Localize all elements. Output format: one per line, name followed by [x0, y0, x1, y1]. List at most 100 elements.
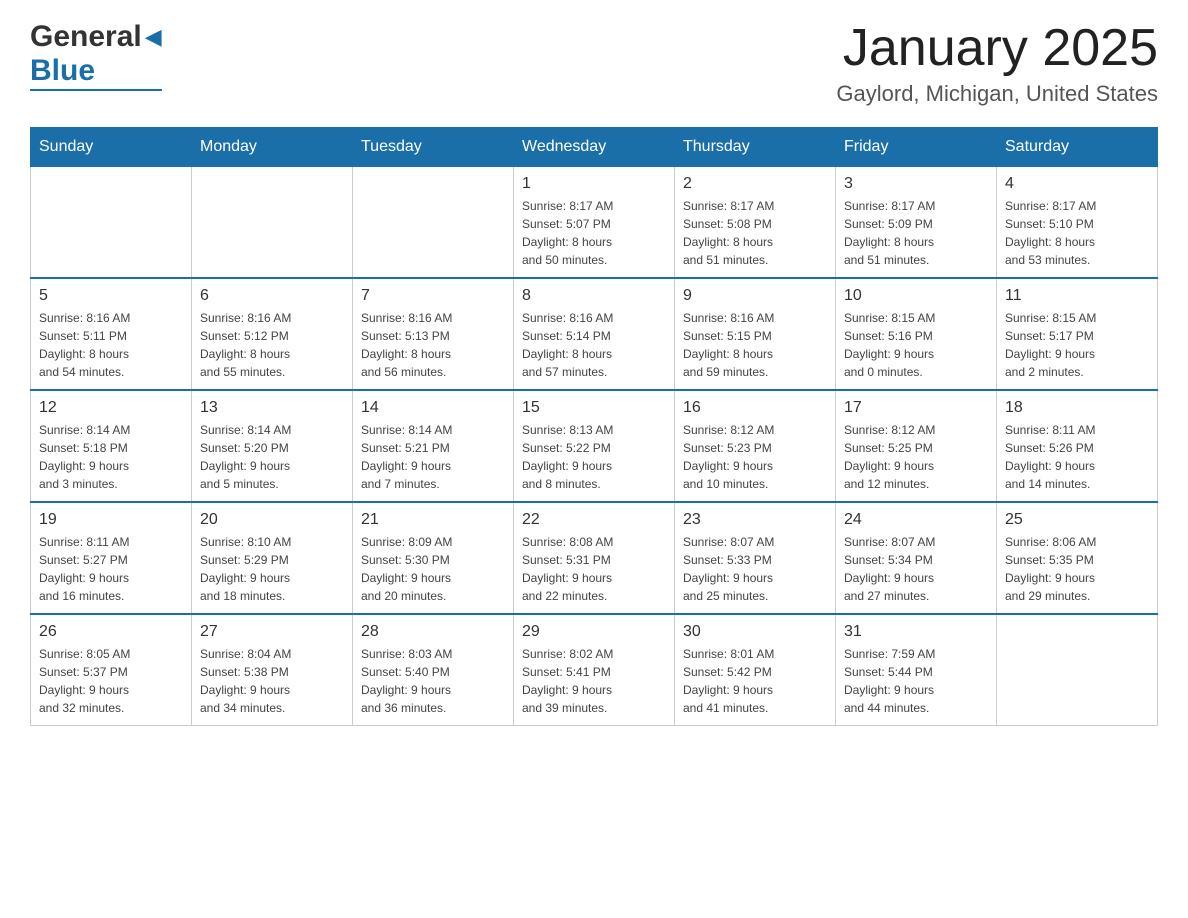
- day-info: Sunrise: 8:03 AM Sunset: 5:40 PM Dayligh…: [361, 645, 505, 717]
- day-info: Sunrise: 8:17 AM Sunset: 5:07 PM Dayligh…: [522, 197, 666, 269]
- day-info: Sunrise: 8:12 AM Sunset: 5:25 PM Dayligh…: [844, 421, 988, 493]
- day-info: Sunrise: 8:10 AM Sunset: 5:29 PM Dayligh…: [200, 533, 344, 605]
- day-number: 2: [683, 175, 827, 193]
- calendar-cell: 5 Sunrise: 8:16 AM Sunset: 5:11 PM Daylig…: [31, 278, 192, 390]
- day-info: Sunrise: 8:17 AM Sunset: 5:09 PM Dayligh…: [844, 197, 988, 269]
- day-number: 14: [361, 399, 505, 417]
- day-info: Sunrise: 8:16 AM Sunset: 5:13 PM Dayligh…: [361, 309, 505, 381]
- day-number: 22: [522, 511, 666, 529]
- day-number: 27: [200, 623, 344, 641]
- day-number: 25: [1005, 511, 1149, 529]
- day-info: Sunrise: 8:08 AM Sunset: 5:31 PM Dayligh…: [522, 533, 666, 605]
- weekday-header-thursday: Thursday: [675, 128, 836, 167]
- calendar-cell: 26 Sunrise: 8:05 AM Sunset: 5:37 PM Dayli…: [31, 614, 192, 726]
- calendar-cell: 16 Sunrise: 8:12 AM Sunset: 5:23 PM Dayli…: [675, 390, 836, 502]
- day-info: Sunrise: 8:05 AM Sunset: 5:37 PM Dayligh…: [39, 645, 183, 717]
- logo-blue: Blue: [30, 54, 95, 88]
- calendar-header-row: SundayMondayTuesdayWednesdayThursdayFrid…: [31, 128, 1158, 167]
- calendar-cell: 8 Sunrise: 8:16 AM Sunset: 5:14 PM Daylig…: [514, 278, 675, 390]
- calendar-cell: 2 Sunrise: 8:17 AM Sunset: 5:08 PM Daylig…: [675, 167, 836, 279]
- day-number: 5: [39, 287, 183, 305]
- day-info: Sunrise: 8:07 AM Sunset: 5:34 PM Dayligh…: [844, 533, 988, 605]
- calendar-cell: 1 Sunrise: 8:17 AM Sunset: 5:07 PM Daylig…: [514, 167, 675, 279]
- calendar-cell: 18Sunrise: 8:11 AM Sunset: 5:26 PM Dayli…: [997, 390, 1158, 502]
- day-info: Sunrise: 8:15 AM Sunset: 5:16 PM Dayligh…: [844, 309, 988, 381]
- day-number: 4: [1005, 175, 1149, 193]
- logo: General ◀ Blue: [30, 20, 162, 91]
- day-info: Sunrise: 8:16 AM Sunset: 5:11 PM Dayligh…: [39, 309, 183, 381]
- calendar-cell: 25Sunrise: 8:06 AM Sunset: 5:35 PM Dayli…: [997, 502, 1158, 614]
- day-info: Sunrise: 7:59 AM Sunset: 5:44 PM Dayligh…: [844, 645, 988, 717]
- day-number: 21: [361, 511, 505, 529]
- day-info: Sunrise: 8:17 AM Sunset: 5:10 PM Dayligh…: [1005, 197, 1149, 269]
- calendar-cell: 7 Sunrise: 8:16 AM Sunset: 5:13 PM Daylig…: [353, 278, 514, 390]
- day-number: 11: [1005, 287, 1149, 305]
- calendar-week-1: 1 Sunrise: 8:17 AM Sunset: 5:07 PM Daylig…: [31, 167, 1158, 279]
- day-info: Sunrise: 8:01 AM Sunset: 5:42 PM Dayligh…: [683, 645, 827, 717]
- day-info: Sunrise: 8:07 AM Sunset: 5:33 PM Dayligh…: [683, 533, 827, 605]
- calendar-cell: 29Sunrise: 8:02 AM Sunset: 5:41 PM Dayli…: [514, 614, 675, 726]
- calendar-cell: 11Sunrise: 8:15 AM Sunset: 5:17 PM Dayli…: [997, 278, 1158, 390]
- day-number: 1: [522, 175, 666, 193]
- calendar-week-5: 26 Sunrise: 8:05 AM Sunset: 5:37 PM Dayli…: [31, 614, 1158, 726]
- day-info: Sunrise: 8:04 AM Sunset: 5:38 PM Dayligh…: [200, 645, 344, 717]
- day-number: 17: [844, 399, 988, 417]
- day-number: 30: [683, 623, 827, 641]
- calendar-week-3: 12Sunrise: 8:14 AM Sunset: 5:18 PM Dayli…: [31, 390, 1158, 502]
- day-number: 26: [39, 623, 183, 641]
- day-info: Sunrise: 8:16 AM Sunset: 5:15 PM Dayligh…: [683, 309, 827, 381]
- location: Gaylord, Michigan, United States: [836, 81, 1158, 107]
- page-header: General ◀ Blue January 2025 Gaylord, Mic…: [30, 20, 1158, 107]
- day-info: Sunrise: 8:17 AM Sunset: 5:08 PM Dayligh…: [683, 197, 827, 269]
- day-info: Sunrise: 8:14 AM Sunset: 5:20 PM Dayligh…: [200, 421, 344, 493]
- calendar-cell: [353, 167, 514, 279]
- weekday-header-monday: Monday: [192, 128, 353, 167]
- calendar-cell: [997, 614, 1158, 726]
- day-number: 13: [200, 399, 344, 417]
- calendar-table: SundayMondayTuesdayWednesdayThursdayFrid…: [30, 127, 1158, 726]
- calendar-cell: 24 Sunrise: 8:07 AM Sunset: 5:34 PM Dayli…: [836, 502, 997, 614]
- logo-general: General: [30, 20, 142, 54]
- day-number: 19: [39, 511, 183, 529]
- calendar-cell: 15 Sunrise: 8:13 AM Sunset: 5:22 PM Dayli…: [514, 390, 675, 502]
- calendar-cell: 17 Sunrise: 8:12 AM Sunset: 5:25 PM Dayli…: [836, 390, 997, 502]
- calendar-cell: 4 Sunrise: 8:17 AM Sunset: 5:10 PM Daylig…: [997, 167, 1158, 279]
- day-info: Sunrise: 8:14 AM Sunset: 5:21 PM Dayligh…: [361, 421, 505, 493]
- day-number: 20: [200, 511, 344, 529]
- day-number: 28: [361, 623, 505, 641]
- calendar-cell: 21 Sunrise: 8:09 AM Sunset: 5:30 PM Dayli…: [353, 502, 514, 614]
- day-info: Sunrise: 8:12 AM Sunset: 5:23 PM Dayligh…: [683, 421, 827, 493]
- day-number: 15: [522, 399, 666, 417]
- calendar-cell: 12Sunrise: 8:14 AM Sunset: 5:18 PM Dayli…: [31, 390, 192, 502]
- calendar-cell: 9 Sunrise: 8:16 AM Sunset: 5:15 PM Daylig…: [675, 278, 836, 390]
- month-title: January 2025: [836, 20, 1158, 77]
- day-info: Sunrise: 8:02 AM Sunset: 5:41 PM Dayligh…: [522, 645, 666, 717]
- day-info: Sunrise: 8:11 AM Sunset: 5:27 PM Dayligh…: [39, 533, 183, 605]
- title-section: January 2025 Gaylord, Michigan, United S…: [836, 20, 1158, 107]
- calendar-cell: 13 Sunrise: 8:14 AM Sunset: 5:20 PM Dayli…: [192, 390, 353, 502]
- day-number: 23: [683, 511, 827, 529]
- calendar-cell: 22 Sunrise: 8:08 AM Sunset: 5:31 PM Dayli…: [514, 502, 675, 614]
- day-number: 16: [683, 399, 827, 417]
- day-number: 7: [361, 287, 505, 305]
- weekday-header-friday: Friday: [836, 128, 997, 167]
- day-number: 24: [844, 511, 988, 529]
- calendar-cell: 27 Sunrise: 8:04 AM Sunset: 5:38 PM Dayli…: [192, 614, 353, 726]
- calendar-cell: 10Sunrise: 8:15 AM Sunset: 5:16 PM Dayli…: [836, 278, 997, 390]
- day-info: Sunrise: 8:16 AM Sunset: 5:14 PM Dayligh…: [522, 309, 666, 381]
- calendar-cell: 3 Sunrise: 8:17 AM Sunset: 5:09 PM Daylig…: [836, 167, 997, 279]
- calendar-cell: [31, 167, 192, 279]
- calendar-cell: 14 Sunrise: 8:14 AM Sunset: 5:21 PM Dayli…: [353, 390, 514, 502]
- day-number: 8: [522, 287, 666, 305]
- logo-underline: [30, 89, 162, 91]
- weekday-header-sunday: Sunday: [31, 128, 192, 167]
- calendar-cell: 30 Sunrise: 8:01 AM Sunset: 5:42 PM Dayli…: [675, 614, 836, 726]
- day-info: Sunrise: 8:13 AM Sunset: 5:22 PM Dayligh…: [522, 421, 666, 493]
- day-number: 3: [844, 175, 988, 193]
- day-number: 31: [844, 623, 988, 641]
- day-number: 12: [39, 399, 183, 417]
- day-info: Sunrise: 8:09 AM Sunset: 5:30 PM Dayligh…: [361, 533, 505, 605]
- weekday-header-tuesday: Tuesday: [353, 128, 514, 167]
- day-number: 9: [683, 287, 827, 305]
- weekday-header-wednesday: Wednesday: [514, 128, 675, 167]
